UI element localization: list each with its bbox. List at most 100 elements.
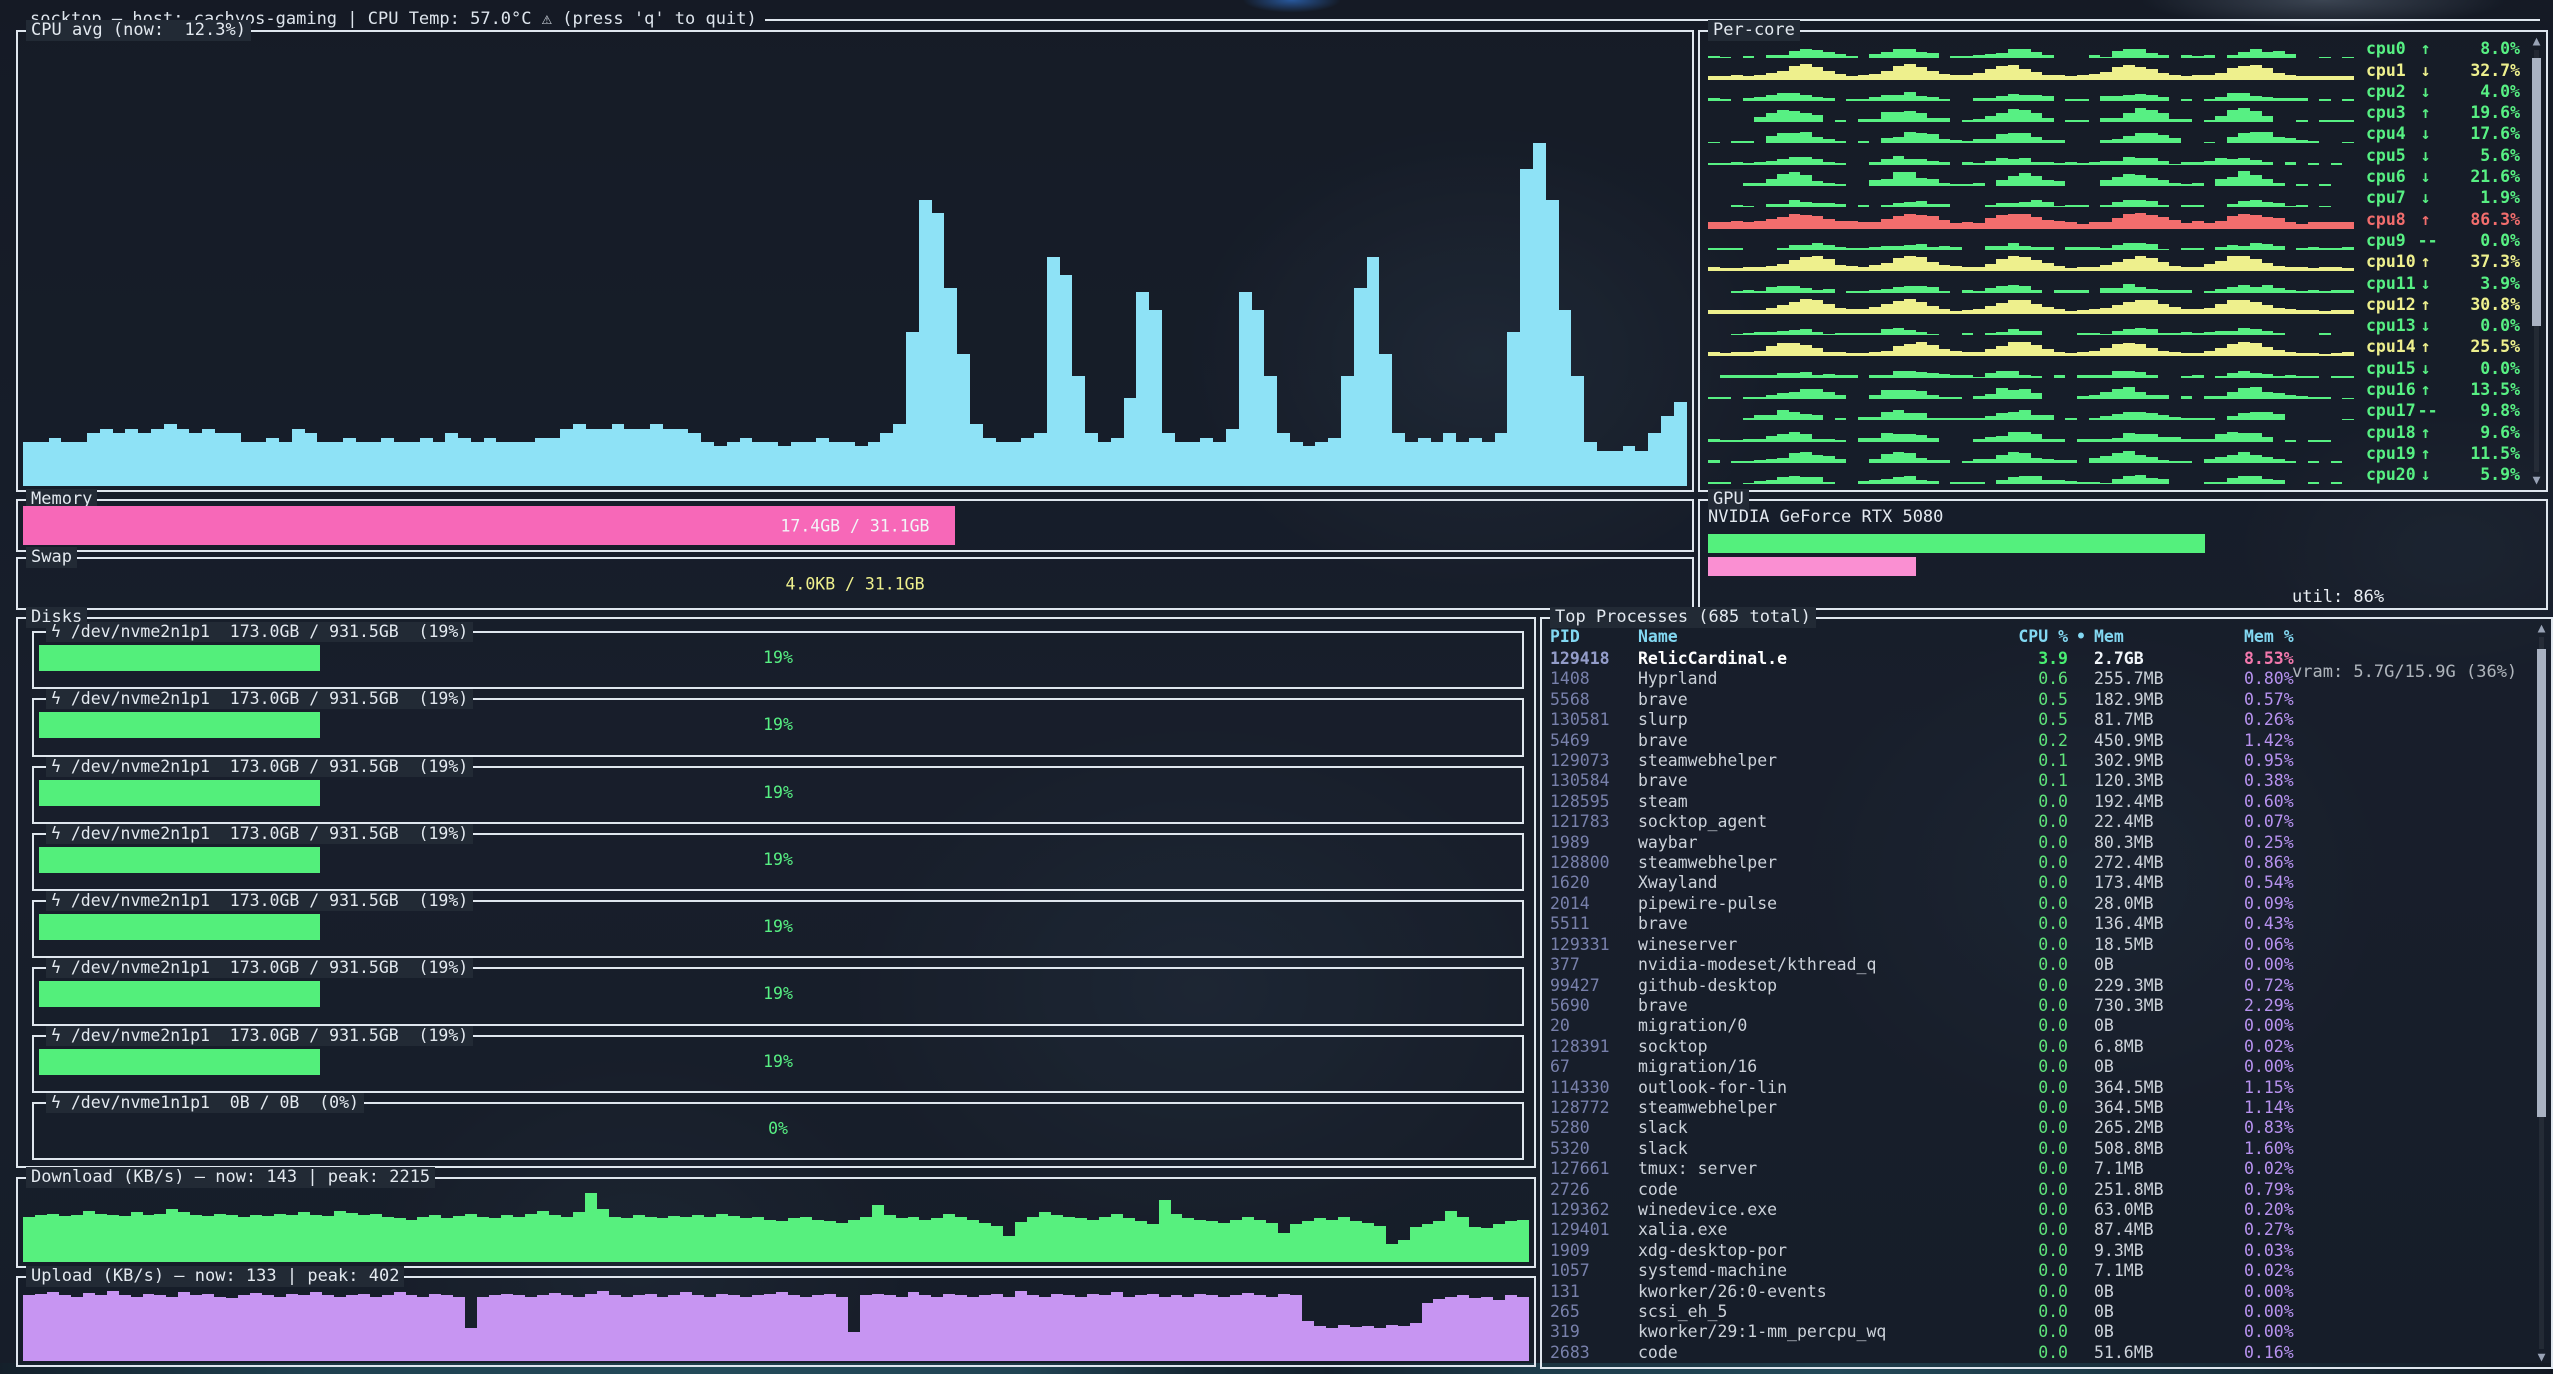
chart-bar (83, 1211, 95, 1262)
process-scrollbar[interactable]: ▲ ▼ (2534, 621, 2549, 1365)
spark-bar (1777, 286, 1789, 292)
spark-bar (2019, 110, 2031, 123)
spark-bar (1754, 221, 1766, 229)
chart-bar (1242, 1217, 1254, 1262)
spark-bar (2227, 245, 2239, 250)
scroll-down-icon[interactable]: ▼ (2529, 473, 2544, 488)
core-usage: 30.8% (2434, 294, 2524, 315)
process-cpu: 0.0 (1998, 996, 2068, 1016)
spark-bar (2065, 481, 2077, 484)
spark-bar (2169, 75, 2181, 79)
header-cpu[interactable]: CPU % (1998, 625, 2068, 649)
header-mempct[interactable]: Mem % (2244, 625, 2521, 649)
core-usage: 9.6% (2434, 422, 2524, 443)
process-pid: 128772 (1550, 1098, 1638, 1118)
spark-bar (1754, 310, 1766, 314)
header-pid[interactable]: PID (1550, 625, 1638, 649)
chart-bar (496, 442, 509, 486)
spark-bar (2135, 243, 2147, 250)
spark-bar (2238, 256, 2250, 271)
process-mp: 0.06% (2244, 935, 2521, 955)
chart-bar (292, 429, 305, 486)
scroll-up-icon[interactable]: ▲ (2529, 34, 2544, 49)
spark-bar (1881, 304, 1893, 314)
chart-bar (906, 332, 919, 486)
spark-bar (2319, 99, 2331, 101)
chart-bar (1314, 1218, 1326, 1262)
spark-bar (1858, 333, 1870, 336)
header-name[interactable]: Name (1638, 625, 1998, 649)
core-usage: 32.7% (2434, 60, 2524, 81)
spark-bar (2319, 354, 2331, 357)
core-name: cpu18 (2366, 422, 2418, 443)
spark-bar (2112, 67, 2124, 79)
process-cpu: 0.0 (1998, 1302, 2068, 1322)
process-pid: 121783 (1550, 812, 1638, 832)
chart-bar (612, 424, 625, 486)
spark-bar (2215, 221, 2227, 228)
spark-bar (2215, 396, 2227, 399)
spark-bar (1766, 375, 1778, 377)
spark-bar (1835, 247, 1847, 250)
spark-bar (1881, 289, 1893, 293)
per-core-scrollbar[interactable]: ▲ ▼ (2529, 34, 2544, 488)
spark-bar (2112, 479, 2124, 485)
spark-bar (2169, 138, 2181, 144)
spark-bar (1904, 214, 1916, 229)
chart-bar (178, 1292, 190, 1361)
spark-bar (1893, 301, 1905, 314)
chart-bar (166, 1209, 178, 1262)
chart-bar (513, 1295, 525, 1361)
spark-bar (1916, 52, 1928, 58)
header-mem[interactable]: Mem (2094, 625, 2244, 649)
chart-bar (358, 1294, 370, 1361)
cpu-avg-panel: CPU avg (now: 12.3%) (16, 30, 1694, 492)
process-nm: systemd-machine (1638, 1261, 1998, 1281)
spark-bar (2319, 76, 2331, 80)
chart-bar (633, 1295, 645, 1361)
spark-bar (2135, 108, 2147, 122)
chart-bar (1087, 1294, 1099, 1361)
process-dot (2068, 1322, 2094, 1342)
spark-bar (1916, 458, 1928, 463)
spark-bar (1916, 178, 1928, 187)
chart-bar (1482, 442, 1495, 486)
spark-bar (2192, 353, 2204, 356)
spark-bar (2135, 412, 2147, 421)
scrollbar-thumb[interactable] (2537, 649, 2546, 1117)
scrollbar-thumb[interactable] (2532, 58, 2541, 326)
core-usage: 21.6% (2434, 166, 2524, 187)
process-dot (2068, 1282, 2094, 1302)
chart-bar (979, 1223, 991, 1262)
spark-bar (2204, 264, 2216, 271)
core-sparkline (1708, 166, 2354, 186)
spark-bar (1939, 99, 1951, 101)
spark-bar (2296, 353, 2308, 357)
chart-bar (131, 1297, 143, 1361)
chart-bar (166, 1297, 178, 1361)
process-row: 129418RelicCardinal.e3.92.7GB8.53% (1542, 649, 2551, 669)
spark-bar (2146, 133, 2158, 144)
spark-bar (2008, 300, 2020, 314)
process-cpu: 0.0 (1998, 1098, 2068, 1118)
spark-bar (2192, 56, 2204, 58)
process-dot (2068, 1118, 2094, 1138)
process-dot (2068, 935, 2094, 955)
spark-bar (2019, 69, 2031, 80)
scroll-down-icon[interactable]: ▼ (2534, 1350, 2549, 1365)
core-trend-icon: ↑ (2418, 443, 2434, 464)
spark-bar (2192, 248, 2204, 250)
scroll-up-icon[interactable]: ▲ (2534, 621, 2549, 636)
spark-bar (1777, 264, 1789, 271)
spark-bar (1996, 158, 2008, 165)
spark-bar (2262, 244, 2274, 250)
spark-bar (1823, 219, 1835, 229)
spark-bar (1777, 93, 1789, 101)
spark-bar (1731, 334, 1743, 336)
chart-bar (829, 442, 842, 486)
spark-bar (2019, 257, 2031, 271)
spark-bar (2238, 108, 2250, 122)
process-cpu: 0.0 (1998, 812, 2068, 832)
spark-bar (2158, 333, 2170, 336)
chart-bar (1266, 1223, 1278, 1262)
